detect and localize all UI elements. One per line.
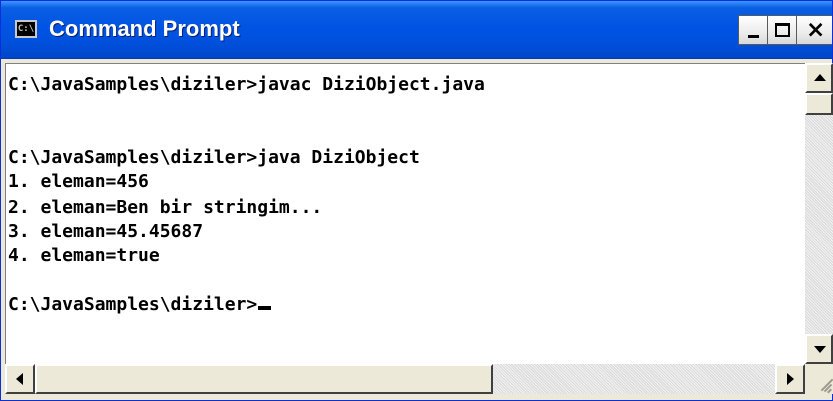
cmd-icon[interactable]: C:\ xyxy=(15,20,37,38)
prompt-text: C:\JavaSamples\diziler> xyxy=(8,294,258,315)
scroll-right-button[interactable] xyxy=(775,364,805,394)
minimize-icon xyxy=(748,35,759,38)
command-prompt-window: C:\ Command Prompt × C:\JavaSamples\dizi… xyxy=(0,0,833,401)
horizontal-scrollbar[interactable] xyxy=(5,364,805,394)
console-line: 1. eleman=456 xyxy=(8,171,149,192)
console-line: C:\JavaSamples\diziler>java DiziObject xyxy=(8,147,420,168)
maximize-button[interactable] xyxy=(767,15,797,45)
console-line: 3. eleman=45.45687 xyxy=(8,221,204,242)
scroll-down-button[interactable] xyxy=(805,334,833,364)
scroll-up-button[interactable] xyxy=(805,63,833,93)
console-prompt-line: C:\JavaSamples\diziler> xyxy=(8,294,272,315)
text-cursor xyxy=(258,306,272,310)
vertical-scrollbar[interactable] xyxy=(805,63,833,364)
scroll-left-button[interactable] xyxy=(5,364,35,394)
horizontal-scroll-thumb[interactable] xyxy=(35,364,493,394)
vertical-scroll-thumb[interactable] xyxy=(805,93,833,115)
arrow-left-icon xyxy=(16,373,23,385)
resize-grip-icon[interactable] xyxy=(805,364,833,394)
close-icon: × xyxy=(806,17,826,43)
arrow-down-icon xyxy=(814,346,826,353)
console-output[interactable]: C:\JavaSamples\diziler>javac DiziObject.… xyxy=(5,63,805,364)
maximize-icon xyxy=(775,23,790,37)
arrow-up-icon xyxy=(814,74,826,81)
window-title: Command Prompt xyxy=(49,16,240,41)
title-bar[interactable]: C:\ Command Prompt × xyxy=(1,1,832,59)
arrow-right-icon xyxy=(787,373,794,385)
console-line: 2. eleman=Ben bir stringim... xyxy=(8,197,323,218)
close-button[interactable]: × xyxy=(796,15,832,45)
console-line: C:\JavaSamples\diziler>javac DiziObject.… xyxy=(8,74,485,95)
console-line: 4. eleman=true xyxy=(8,245,160,266)
minimize-button[interactable] xyxy=(738,15,768,45)
